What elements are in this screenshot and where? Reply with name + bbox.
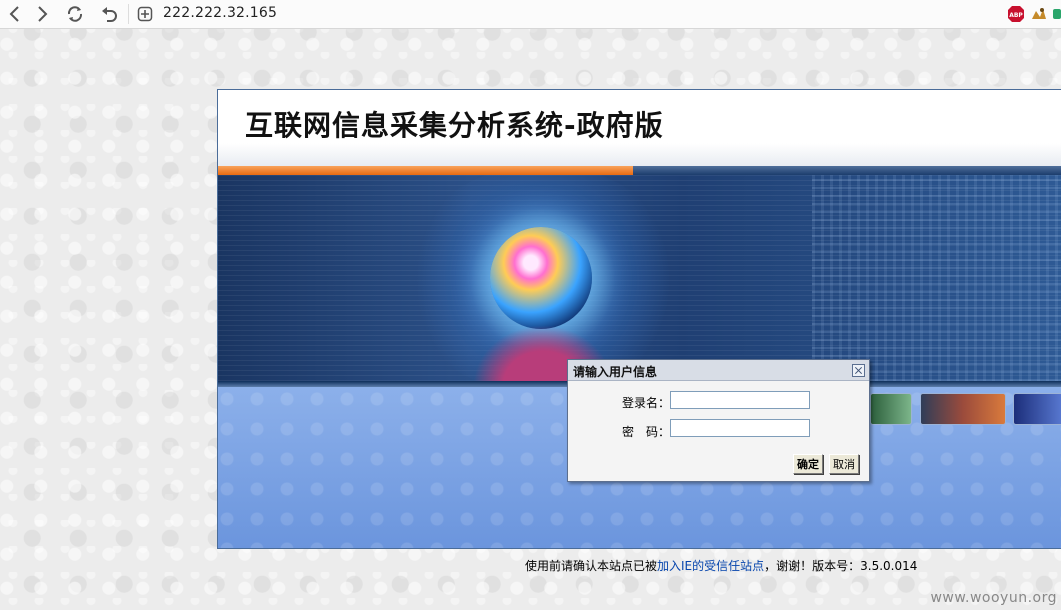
binary-pattern — [812, 175, 1061, 381]
thumbnail-image — [870, 393, 912, 425]
forward-icon[interactable] — [31, 3, 53, 25]
dialog-title: 请输入用户信息 — [573, 365, 658, 379]
page-header: 互联网信息采集分析系统-政府版 — [218, 90, 1061, 167]
login-dialog: 请输入用户信息 登录名： 密 码： 确定 取消 — [567, 359, 870, 482]
page-title: 互联网信息采集分析系统-政府版 — [245, 109, 664, 142]
footer-suffix: ，谢谢！版本号：3.5.0.014 — [764, 559, 918, 573]
username-input[interactable] — [670, 391, 810, 409]
header-stripe-blue — [633, 166, 1061, 175]
confirm-button[interactable]: 确定 — [793, 454, 823, 474]
back-icon[interactable] — [4, 3, 26, 25]
close-icon[interactable] — [852, 364, 865, 377]
shield-icon[interactable] — [134, 3, 156, 25]
watermark: www.wooyun.org — [930, 590, 1057, 606]
svg-text:ABP: ABP — [1009, 12, 1023, 19]
thumbnail-image — [920, 393, 1006, 425]
extension-icon[interactable] — [1052, 5, 1061, 23]
cancel-button[interactable]: 取消 — [829, 454, 859, 474]
toolbar-separator — [128, 4, 129, 24]
password-label: 密 码： — [622, 425, 671, 439]
adblock-plus-icon[interactable]: ABP — [1007, 5, 1025, 23]
trusted-site-link[interactable]: 加入IE的受信任站点 — [657, 559, 764, 573]
dialog-titlebar: 请输入用户信息 — [568, 360, 869, 381]
password-input[interactable] — [670, 419, 810, 437]
header-stripe-orange — [218, 166, 633, 175]
thumbnail-image — [1013, 393, 1061, 425]
browser-toolbar: 222.222.32.165 ABP — [0, 0, 1061, 29]
banner-image — [218, 175, 1061, 381]
tamper-icon[interactable] — [1030, 5, 1048, 23]
undo-icon[interactable] — [98, 3, 120, 25]
footer-prefix: 使用前请确认本站点已被 — [525, 559, 658, 573]
reload-icon[interactable] — [64, 3, 86, 25]
crystal-ball-image — [490, 227, 592, 329]
username-label: 登录名： — [622, 396, 671, 410]
footer-notice: 使用前请确认本站点已被加入IE的受信任站点，谢谢！版本号：3.5.0.014 — [525, 557, 917, 574]
address-bar[interactable]: 222.222.32.165 — [163, 5, 277, 21]
